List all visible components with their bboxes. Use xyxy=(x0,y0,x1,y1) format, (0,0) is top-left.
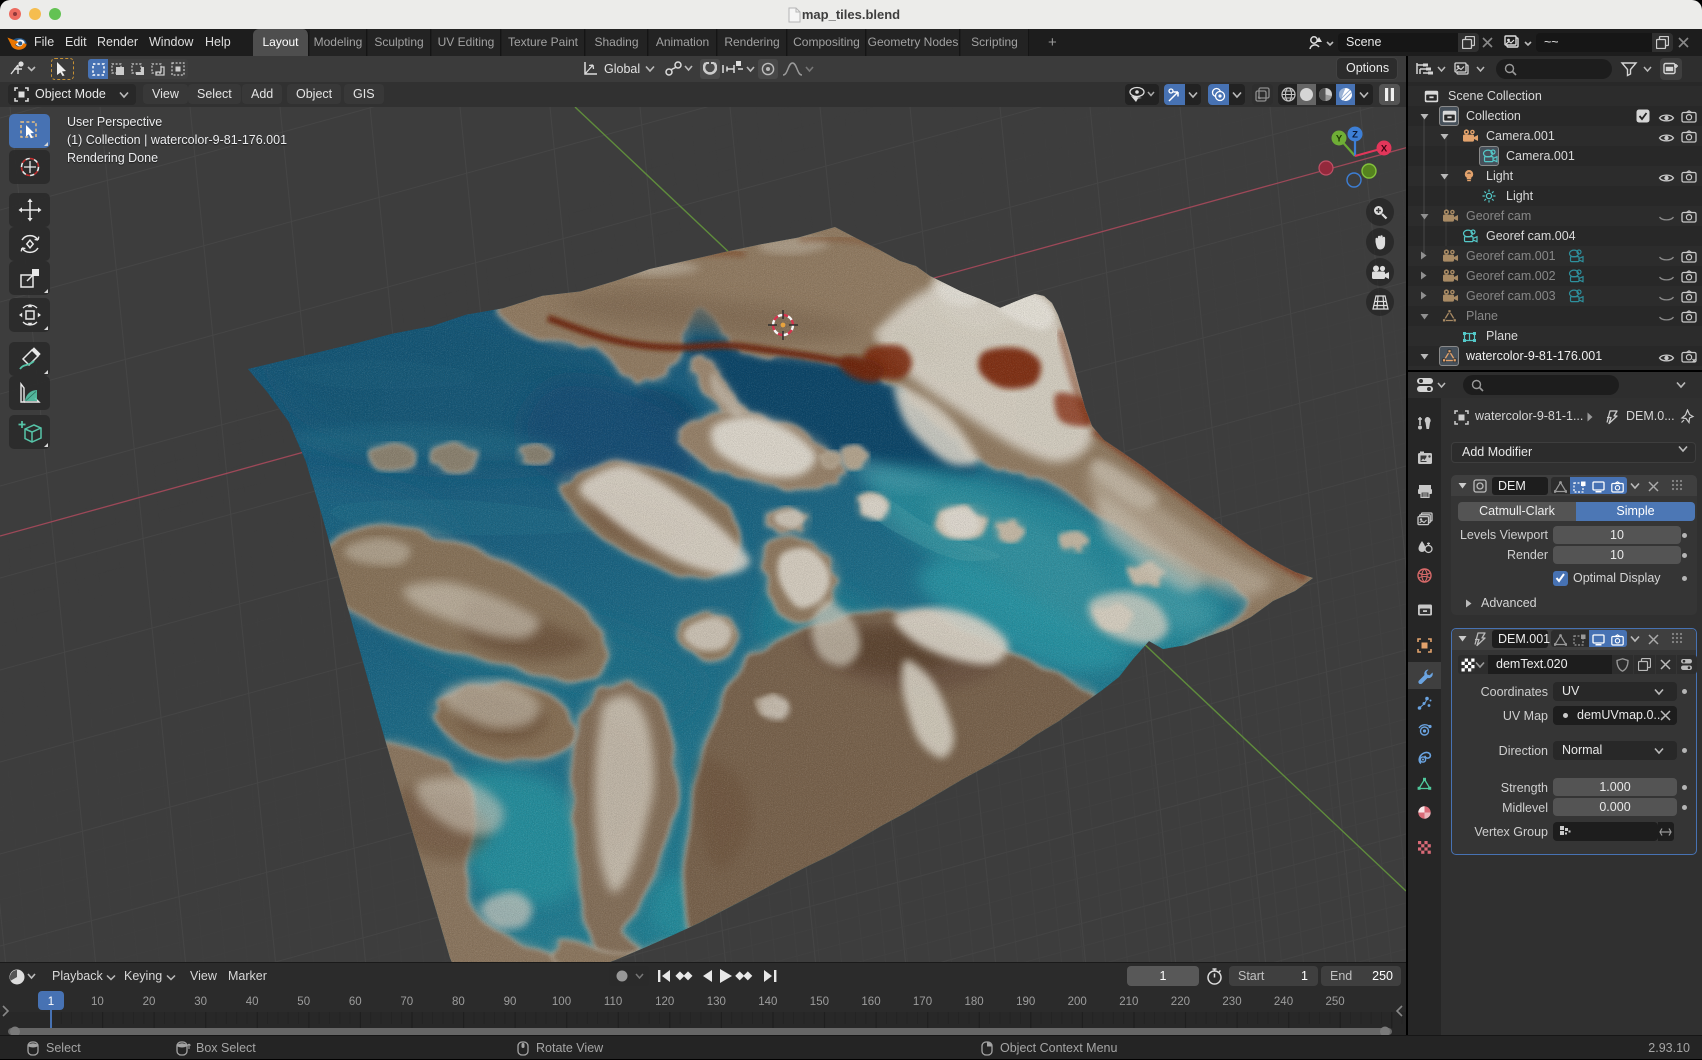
svg-text:80: 80 xyxy=(452,996,465,1008)
svg-text:30: 30 xyxy=(194,996,207,1008)
svg-text:160: 160 xyxy=(861,996,880,1008)
svg-text:20: 20 xyxy=(143,996,156,1008)
svg-text:10: 10 xyxy=(91,996,104,1008)
svg-text:100: 100 xyxy=(552,996,571,1008)
svg-text:X: X xyxy=(1381,144,1388,155)
svg-text:250: 250 xyxy=(1326,996,1345,1008)
svg-text:Y: Y xyxy=(1336,134,1343,145)
svg-text:140: 140 xyxy=(758,996,777,1008)
svg-text:1: 1 xyxy=(48,996,54,1008)
svg-text:240: 240 xyxy=(1274,996,1293,1008)
svg-text:Z: Z xyxy=(1352,130,1358,141)
svg-text:180: 180 xyxy=(965,996,984,1008)
svg-text:150: 150 xyxy=(810,996,829,1008)
svg-text:190: 190 xyxy=(1016,996,1035,1008)
svg-text:230: 230 xyxy=(1222,996,1241,1008)
svg-text:50: 50 xyxy=(297,996,310,1008)
svg-text:60: 60 xyxy=(349,996,362,1008)
svg-text:70: 70 xyxy=(400,996,413,1008)
svg-text:90: 90 xyxy=(504,996,517,1008)
svg-text:220: 220 xyxy=(1171,996,1190,1008)
svg-text:200: 200 xyxy=(1068,996,1087,1008)
svg-text:210: 210 xyxy=(1119,996,1138,1008)
svg-text:170: 170 xyxy=(913,996,932,1008)
svg-text:40: 40 xyxy=(246,996,259,1008)
svg-text:120: 120 xyxy=(655,996,674,1008)
svg-text:110: 110 xyxy=(604,996,622,1008)
svg-text:130: 130 xyxy=(707,996,726,1008)
